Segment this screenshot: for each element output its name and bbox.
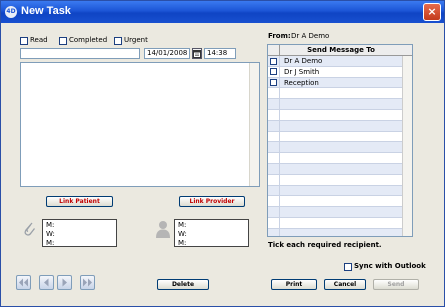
recipient-empty-row <box>268 164 402 175</box>
recipient-check-cell <box>268 88 280 99</box>
completed-label: Completed <box>69 36 108 44</box>
next-record-icon <box>62 278 67 287</box>
delete-button[interactable]: Delete <box>157 279 209 290</box>
window-title: New Task <box>21 5 71 17</box>
patient-mobile-label-2: M: <box>46 239 55 247</box>
patient-mobile-label: M: <box>46 221 55 229</box>
recipient-empty-row <box>268 88 402 100</box>
subject-input[interactable] <box>20 48 140 59</box>
provider-mobile-label: M: <box>178 221 187 229</box>
completed-checkbox[interactable] <box>59 37 67 45</box>
link-patient-button[interactable]: Link Patient <box>46 196 113 207</box>
sync-outlook-label: Sync with Outlook <box>354 262 426 270</box>
recipient-check-cell <box>268 185 280 196</box>
recipient-empty-row <box>268 99 402 110</box>
app-icon: 4D <box>5 6 17 18</box>
print-button[interactable]: Print <box>271 279 317 290</box>
last-record-button[interactable] <box>80 275 95 290</box>
recipient-row[interactable]: Dr A Demo <box>268 56 402 67</box>
recipient-check-cell <box>268 99 280 109</box>
recipient-check-cell <box>268 164 280 174</box>
recipient-empty-row <box>268 218 402 229</box>
previous-record-icon <box>44 278 49 287</box>
recipient-check-cell <box>268 131 280 142</box>
recipient-empty-row <box>268 142 402 154</box>
recipient-empty-row <box>268 153 402 164</box>
recipient-empty-row <box>268 120 402 132</box>
recipient-empty-row <box>268 110 402 121</box>
recipient-scrollbar[interactable] <box>402 56 412 236</box>
patient-work-label: W: <box>46 230 55 238</box>
send-button[interactable]: Send <box>373 279 419 290</box>
first-record-button[interactable] <box>16 275 31 290</box>
recipient-check-cell <box>268 218 280 228</box>
provider-mobile-label-2: M: <box>178 239 187 247</box>
person-icon <box>156 221 170 238</box>
paperclip-icon <box>24 222 36 236</box>
recipient-empty-row <box>268 174 402 186</box>
recipient-row[interactable]: Dr J Smith <box>268 66 402 78</box>
recipient-name: Dr J Smith <box>284 67 320 76</box>
previous-record-button[interactable] <box>39 275 54 290</box>
date-input[interactable]: 14/01/2008 <box>144 48 190 59</box>
patient-contact-box: M: W: M: <box>42 219 117 247</box>
recipient-empty-row <box>268 131 402 143</box>
recipient-row[interactable]: Reception <box>268 77 402 89</box>
last-record-icon <box>83 278 92 287</box>
urgent-checkbox[interactable] <box>114 37 122 45</box>
header-check-column <box>268 45 280 55</box>
provider-work-label: W: <box>178 230 187 238</box>
calendar-button[interactable] <box>192 48 202 59</box>
recipient-name: Reception <box>284 78 319 87</box>
recipient-empty-row <box>268 228 402 236</box>
read-checkbox[interactable] <box>20 37 28 45</box>
title-bar: 4D New Task × <box>1 1 444 23</box>
recipient-check-cell <box>268 196 280 207</box>
recipient-name: Dr A Demo <box>284 57 323 65</box>
recipient-empty-row <box>268 185 402 197</box>
provider-contact-box: M: W: M: <box>174 219 249 247</box>
task-body-textarea[interactable] <box>20 62 260 187</box>
recipient-grid-title: Send Message To <box>307 46 375 54</box>
recipient-check-cell <box>268 174 280 185</box>
link-provider-button[interactable]: Link Provider <box>179 196 245 207</box>
close-button[interactable]: × <box>423 3 441 21</box>
recipient-check-cell <box>268 228 280 236</box>
recipient-checkbox[interactable] <box>270 68 277 76</box>
recipient-empty-row <box>268 207 402 218</box>
from-label: From: <box>268 32 291 40</box>
next-record-button[interactable] <box>57 275 72 290</box>
sync-outlook-checkbox[interactable] <box>344 263 352 271</box>
calendar-icon <box>193 50 201 58</box>
new-task-window: 4D New Task × Read Completed Urgent 14/0… <box>0 0 445 307</box>
read-label: Read <box>30 36 48 44</box>
recipient-hint: Tick each required recipient. <box>268 241 382 249</box>
cancel-button[interactable]: Cancel <box>324 279 366 290</box>
urgent-label: Urgent <box>124 36 148 44</box>
time-input[interactable]: 14:38 <box>204 48 236 59</box>
recipient-checkbox[interactable] <box>270 57 277 65</box>
recipient-check-cell <box>268 207 280 217</box>
recipient-check-cell <box>268 110 280 120</box>
first-record-icon <box>19 278 28 287</box>
close-icon: × <box>427 5 437 18</box>
recipient-checkbox[interactable] <box>270 79 277 87</box>
body-scrollbar[interactable] <box>249 63 259 186</box>
from-value: Dr A Demo <box>291 32 330 40</box>
recipient-grid-header: Send Message To <box>268 45 412 56</box>
recipient-grid: Send Message To Dr A Demo Dr J Smith Recep… <box>267 44 413 237</box>
recipient-empty-row <box>268 196 402 208</box>
recipient-check-cell <box>268 120 280 131</box>
recipient-check-cell <box>268 153 280 163</box>
recipient-check-cell <box>268 142 280 153</box>
